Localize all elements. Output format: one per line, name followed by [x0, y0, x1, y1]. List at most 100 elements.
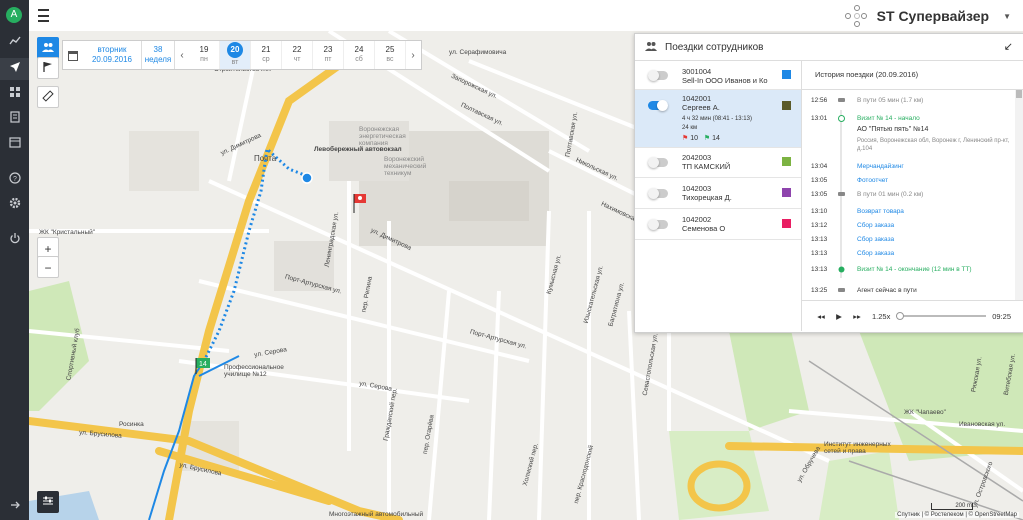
left-sidebar: А ? — [0, 0, 29, 520]
event-text[interactable]: Сбор заказа — [857, 236, 1011, 244]
history-timeline[interactable]: 12:56 В пути 05 мин (1.7 км) 13:01 Визит №… — [802, 90, 1015, 300]
trip-distance: 24 км — [682, 125, 698, 131]
event-text[interactable]: Возврат товара — [857, 208, 1011, 216]
red-flag-icon: ⚑ — [682, 135, 689, 142]
navigation-arrow-icon[interactable] — [0, 58, 29, 80]
map-label: Почта — [254, 154, 277, 163]
day-19[interactable]: 19 пн — [189, 41, 220, 69]
panel-title: Поездки сотрудников — [665, 41, 764, 53]
car-icon — [838, 191, 845, 197]
chevron-right-icon[interactable]: › — [406, 41, 420, 69]
employee-info: 1042002 Семенова О — [682, 215, 725, 233]
toggle-switch[interactable] — [648, 100, 668, 111]
visit-end-icon — [838, 266, 845, 273]
ruler-icon[interactable] — [37, 86, 59, 108]
trips-panel: Поездки сотрудников ↙ 3001004 Sell-In ОО… — [634, 33, 1023, 333]
week-selector[interactable]: 38 неделя — [141, 41, 175, 69]
calendar-icon[interactable] — [63, 41, 83, 69]
map-label: Ивановская ул. — [959, 421, 1006, 428]
chevron-left-icon[interactable]: ‹ — [175, 41, 189, 69]
date-bar: вторник 20.09.2016 38 неделя ‹ 19 пн 20 вт… — [62, 40, 422, 70]
list-item[interactable]: 1042001 Сергеев А. 4 ч 32 мин (08:41 - 1… — [635, 90, 801, 148]
day-num: 25 — [385, 45, 395, 54]
fast-forward-icon[interactable]: ▸▸ — [850, 312, 864, 321]
playback-slider[interactable] — [896, 312, 987, 320]
event-text[interactable]: Фотоотчет — [857, 177, 1011, 185]
list-item[interactable]: 2042003 ТП КАМСКИЙ — [635, 148, 801, 178]
event-time: 13:05 — [811, 191, 828, 198]
chevron-down-icon[interactable]: ▼ — [1003, 12, 1011, 21]
brand-logo-icon — [844, 5, 867, 27]
rewind-icon[interactable]: ◂◂ — [814, 312, 828, 321]
employees-icon[interactable] — [37, 37, 59, 59]
day-20[interactable]: 20 вт — [220, 41, 251, 69]
trend-icon[interactable] — [0, 32, 29, 54]
event-time: 13:10 — [811, 208, 828, 215]
map-label: Профессиональное училище №12 — [224, 364, 284, 378]
event-time: 13:01 — [811, 115, 828, 122]
event-text[interactable]: Мерчандайзинг — [857, 163, 1011, 171]
employee-id: 2042003 — [682, 153, 712, 162]
list-item[interactable]: 3001004 Sell-In ООО Иванов и Ко — [635, 61, 801, 90]
day-23[interactable]: 23 пт — [313, 41, 344, 69]
event-text: Агент сейчас в пути — [857, 287, 917, 294]
day-num: 23 — [323, 45, 333, 54]
employee-id: 1042001 — [682, 94, 712, 103]
map-attribution[interactable]: Спутник | © Ростелеком | © OpenStreetMap — [895, 512, 1019, 518]
employee-id: 1042003 — [682, 184, 712, 193]
document-icon[interactable] — [0, 108, 29, 130]
toggle-switch[interactable] — [648, 157, 668, 168]
event-text[interactable]: Сбор заказа — [857, 222, 1011, 230]
day-22[interactable]: 22 чт — [282, 41, 313, 69]
layers-filter-icon[interactable] — [37, 491, 59, 513]
history-title: История поездки (20.09.2016) — [802, 61, 1023, 90]
employee-info: 3001004 Sell-In ООО Иванов и Ко — [682, 67, 768, 85]
color-swatch[interactable] — [782, 219, 791, 228]
event-text[interactable]: Сбор заказа — [857, 250, 1011, 258]
day-24[interactable]: 24 сб — [344, 41, 375, 69]
map-label: Левобережный автовокзал — [314, 146, 402, 153]
employee-name: Тихорецкая Д. — [682, 193, 732, 202]
day-num: 19 — [199, 45, 209, 54]
toggle-switch[interactable] — [648, 219, 668, 230]
day-21[interactable]: 21 ср — [251, 41, 282, 69]
current-date[interactable]: вторник 20.09.2016 — [83, 41, 141, 69]
week-label: неделя — [144, 55, 172, 64]
playback-speed[interactable]: 1.25x — [872, 312, 890, 321]
day-weekday: пт — [324, 56, 332, 63]
brand[interactable]: ST Супервайзер ▼ — [844, 5, 1011, 27]
day-weekday: вт — [231, 59, 239, 66]
visit-flag-label: 14 — [199, 361, 207, 368]
list-item[interactable]: 1042002 Семенова О — [635, 209, 801, 240]
day-25[interactable]: 25 вс — [375, 41, 406, 69]
day-weekday: ср — [262, 56, 270, 63]
map-label: Росинка — [119, 421, 144, 428]
toggle-switch[interactable] — [648, 188, 668, 199]
date-label: 20.09.2016 — [91, 55, 133, 64]
event-time: 13:13 — [811, 266, 828, 273]
zoom-out-button[interactable]: − — [37, 256, 59, 278]
settings-icon[interactable] — [0, 194, 29, 216]
collapse-arrow-icon[interactable]: ↙ — [1004, 40, 1013, 53]
green-flag-icon: ⚑ — [703, 135, 711, 142]
color-swatch[interactable] — [782, 188, 791, 197]
help-icon[interactable]: ? — [0, 169, 29, 191]
flag-icon[interactable] — [37, 57, 59, 79]
menu-icon[interactable] — [38, 9, 49, 22]
toggle-switch[interactable] — [648, 70, 668, 81]
power-icon[interactable] — [0, 229, 29, 251]
panel-header: Поездки сотрудников ↙ — [635, 34, 1023, 61]
history-scrollbar[interactable] — [1015, 90, 1023, 300]
green-flag-count: 14 — [712, 135, 720, 142]
play-icon[interactable]: ▶ — [832, 312, 846, 321]
color-swatch[interactable] — [782, 70, 791, 79]
calendar-grid-icon[interactable] — [0, 133, 29, 155]
event-time: 13:12 — [811, 222, 828, 229]
dashboard-icon[interactable] — [0, 83, 29, 105]
color-swatch[interactable] — [782, 101, 791, 110]
user-avatar[interactable]: А — [6, 7, 22, 23]
expand-arrow-icon[interactable] — [0, 496, 29, 518]
color-swatch[interactable] — [782, 157, 791, 166]
map-label: Многоэтажный автомобильный — [329, 511, 424, 518]
list-item[interactable]: 1042003 Тихорецкая Д. — [635, 178, 801, 209]
